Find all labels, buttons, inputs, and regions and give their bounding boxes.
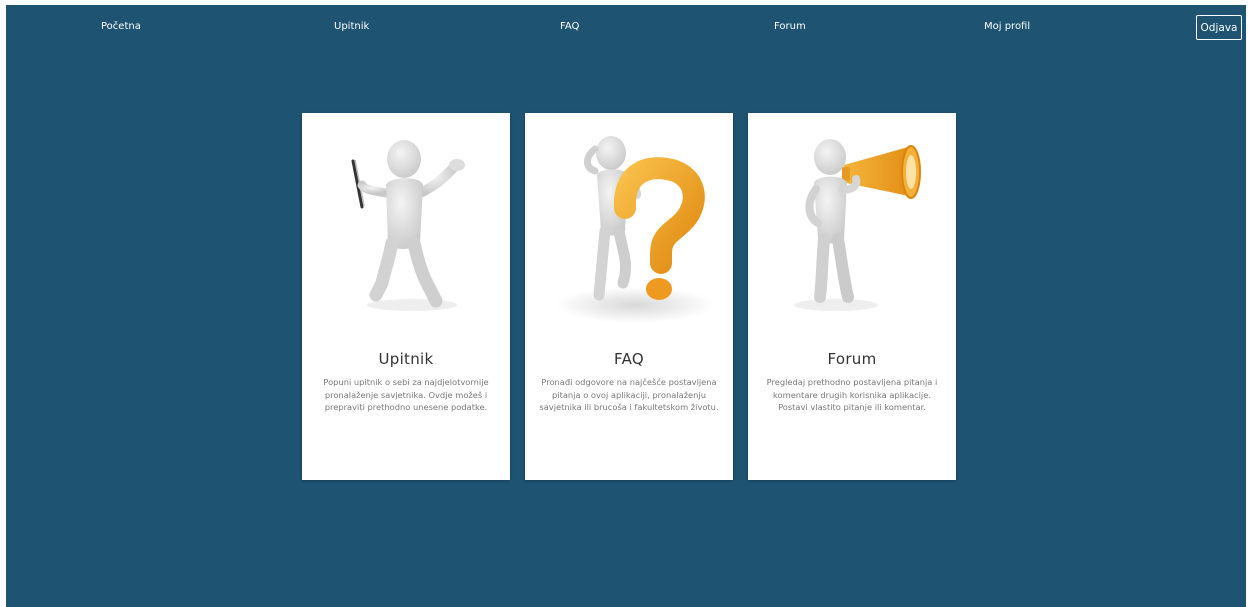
card-description: Popuni upitnik o sebi za najdjelotvornij… — [323, 377, 489, 413]
nav-faq-link[interactable]: FAQ — [560, 21, 579, 32]
nav-forum-link[interactable]: Forum — [774, 21, 806, 32]
card-faq[interactable]: FAQ Pronađi odgovore na najčešće postavl… — [525, 113, 733, 480]
nav-home-link[interactable]: Početna — [101, 21, 141, 32]
card-questionnaire[interactable]: Upitnik Popuni upitnik o sebi za najdjel… — [302, 113, 510, 480]
card-forum[interactable]: Forum Pregledaj prethodno postavljena pi… — [748, 113, 956, 480]
card-title: Forum — [827, 350, 877, 368]
card-description: Pronađi odgovore na najčešće postavljena… — [539, 377, 719, 413]
person-with-question-mark-icon — [555, 136, 715, 323]
card-title: FAQ — [614, 350, 644, 368]
person-with-clipboard-icon — [351, 140, 465, 311]
nav-profile-link[interactable]: Moj profil — [984, 21, 1030, 32]
card-description: Pregledaj prethodno postavljena pitanja … — [766, 377, 938, 413]
logout-button[interactable]: Odjava — [1196, 15, 1242, 40]
nav-questionnaire-link[interactable]: Upitnik — [334, 21, 369, 32]
top-navigation: Početna Upitnik FAQ Forum Moj profil Odj… — [6, 5, 1246, 49]
card-title: Upitnik — [378, 350, 434, 368]
page-background: Početna Upitnik FAQ Forum Moj profil Odj… — [6, 5, 1246, 607]
person-with-megaphone-icon — [794, 139, 921, 311]
